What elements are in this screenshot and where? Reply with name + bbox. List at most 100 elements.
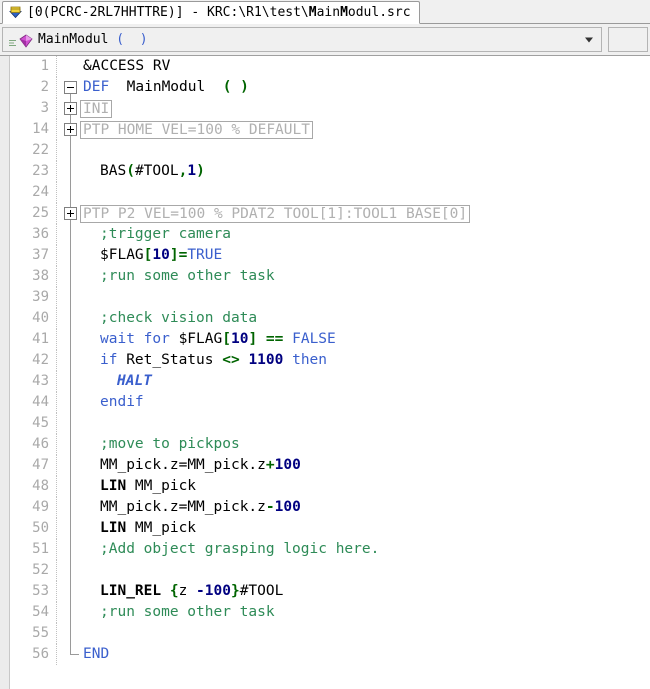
code-token: TRUE: [187, 247, 223, 263]
code-token: 1100: [248, 352, 284, 368]
code-line[interactable]: 55: [11, 623, 650, 644]
code-token: MM_pick.z: [187, 499, 266, 515]
module-selector-combobox[interactable]: MainModul ( ): [2, 27, 602, 52]
code-line[interactable]: 3 INI: [11, 98, 650, 119]
code-token: {: [169, 583, 179, 599]
code-token: MM_pick: [126, 520, 197, 536]
code-line[interactable]: 2 DEF MainModul ( ): [11, 77, 650, 98]
code-line[interactable]: 25 PTP P2 VEL=100 % PDAT2 TOOL[1]:TOOL1 B…: [11, 203, 650, 224]
fold-line: [70, 287, 71, 308]
fold-column: [61, 224, 80, 245]
line-number: 45: [32, 415, 49, 431]
code-line[interactable]: 48 LIN MM_pick: [11, 476, 650, 497]
code-line[interactable]: 39: [11, 287, 650, 308]
code-line[interactable]: 14 PTP HOME VEL=100 % DEFAULT: [11, 119, 650, 140]
code-line[interactable]: 41 wait for $FLAG[10] == FALSE: [11, 329, 650, 350]
gutter-separator: [56, 77, 58, 98]
line-number: 48: [32, 478, 49, 494]
line-number: 50: [32, 520, 49, 536]
gutter-separator: [56, 119, 58, 140]
gutter-separator: [56, 644, 58, 665]
code-text: ;run some other task: [100, 602, 275, 623]
fold-column: [61, 140, 80, 161]
code-line[interactable]: 45: [11, 413, 650, 434]
code-line[interactable]: 46 ;move to pickpos: [11, 434, 650, 455]
line-number: 46: [32, 436, 49, 452]
code-token: MM_pick.z: [100, 457, 179, 473]
code-line[interactable]: 50 LIN MM_pick: [11, 518, 650, 539]
fold-column: [61, 392, 80, 413]
module-bar-side-panel[interactable]: [608, 27, 648, 52]
fold-column: [61, 497, 80, 518]
code-line[interactable]: 36 ;trigger camera: [11, 224, 650, 245]
fold-column: [61, 119, 80, 140]
collapsed-fold-block[interactable]: INI: [80, 100, 113, 118]
code-token: (: [126, 163, 135, 179]
line-number: 1: [40, 58, 49, 74]
fold-line: [70, 476, 71, 497]
gutter-separator: [56, 413, 58, 434]
chevron-down-icon[interactable]: [585, 37, 593, 42]
code-text: wait for $FLAG[10] == FALSE: [100, 329, 336, 350]
code-token: wait for: [100, 331, 179, 347]
fold-v-bar: [70, 105, 71, 112]
code-text: MM_pick.z=MM_pick.z-100: [100, 497, 301, 518]
code-editor[interactable]: 1 &ACCESS RV 2 DEF MainModul ( ) 3 INI 14 PTP H…: [0, 55, 650, 689]
code-lines-container[interactable]: 1 &ACCESS RV 2 DEF MainModul ( ) 3 INI 14 PTP H…: [11, 56, 650, 689]
code-token: ]: [248, 331, 258, 347]
line-number: 47: [32, 457, 49, 473]
code-token: 10: [230, 331, 249, 347]
code-line[interactable]: 24: [11, 182, 650, 203]
fold-column: [61, 308, 80, 329]
fold-expand-icon[interactable]: [64, 207, 77, 220]
code-token: 10: [152, 247, 170, 263]
code-line[interactable]: 38 ;run some other task: [11, 266, 650, 287]
code-line[interactable]: 37 $FLAG[10]=TRUE: [11, 245, 650, 266]
code-line[interactable]: 44 endif: [11, 392, 650, 413]
code-line[interactable]: 42 if Ret_Status <> 1100 then: [11, 350, 650, 371]
gutter-separator: [56, 350, 58, 371]
fold-column: [61, 602, 80, 623]
line-number: 49: [32, 499, 49, 515]
line-number: 14: [32, 121, 49, 137]
fold-h-bar: [67, 87, 74, 88]
code-text: ;Add object grasping logic here.: [100, 539, 379, 560]
collapsed-fold-block[interactable]: PTP HOME VEL=100 % DEFAULT: [80, 121, 313, 139]
code-token: MM_pick.z: [187, 457, 266, 473]
code-token: [: [222, 331, 231, 347]
code-line[interactable]: 51 ;Add object grasping logic here.: [11, 539, 650, 560]
fold-line: [70, 140, 71, 161]
code-line[interactable]: 22: [11, 140, 650, 161]
fold-collapse-icon[interactable]: [64, 81, 77, 94]
fold-line: [70, 434, 71, 455]
fold-column: [61, 455, 80, 476]
gutter-separator: [56, 560, 58, 581]
code-line[interactable]: 54 ;run some other task: [11, 602, 650, 623]
code-line[interactable]: 23 BAS(#TOOL,1): [11, 161, 650, 182]
fold-expand-icon[interactable]: [64, 102, 77, 115]
gutter-separator: [56, 602, 58, 623]
line-number: 2: [40, 79, 49, 95]
code-line[interactable]: 43 HALT: [11, 371, 650, 392]
fold-column: [61, 98, 80, 119]
code-line[interactable]: 56 END: [11, 644, 650, 665]
line-number: 3: [40, 100, 49, 116]
code-line[interactable]: 53 LIN_REL {z -100}#TOOL: [11, 581, 650, 602]
code-token: END: [83, 646, 110, 662]
tab-mainmodul-src[interactable]: [0(PCRC-2RL7HHTTRE)] - KRC:\R1\test\Main…: [2, 1, 420, 24]
gutter-separator: [56, 371, 58, 392]
code-token: 1: [187, 163, 197, 179]
fold-column: [61, 434, 80, 455]
gutter-separator: [56, 581, 58, 602]
code-text: ;trigger camera: [100, 224, 231, 245]
fold-expand-icon[interactable]: [64, 123, 77, 136]
code-line[interactable]: 40 ;check vision data: [11, 308, 650, 329]
code-line[interactable]: 52: [11, 560, 650, 581]
code-line[interactable]: 47 MM_pick.z=MM_pick.z+100: [11, 455, 650, 476]
code-line[interactable]: 1 &ACCESS RV: [11, 56, 650, 77]
line-number: 56: [32, 646, 49, 662]
fold-column: [61, 266, 80, 287]
collapsed-fold-block[interactable]: PTP P2 VEL=100 % PDAT2 TOOL[1]:TOOL1 BAS…: [80, 205, 471, 223]
line-number: 25: [32, 205, 49, 221]
code-line[interactable]: 49 MM_pick.z=MM_pick.z-100: [11, 497, 650, 518]
